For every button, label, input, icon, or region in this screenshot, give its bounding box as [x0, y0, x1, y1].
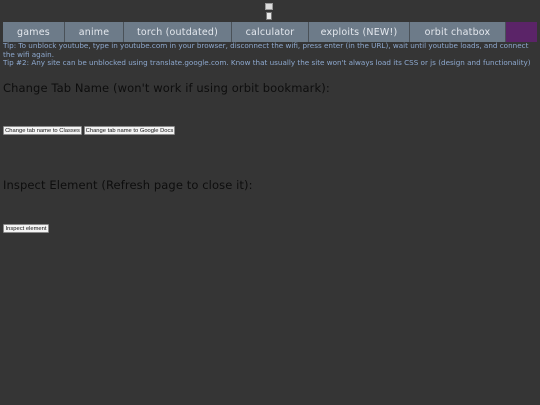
nav-item-torch[interactable]: torch (outdated)	[124, 22, 232, 42]
inspect-element-button[interactable]: Inspect element	[3, 224, 49, 233]
logo	[265, 3, 274, 21]
nav-item-calculator[interactable]: calculator	[232, 22, 309, 42]
nav-item-extra[interactable]	[506, 22, 537, 42]
change-tab-classes-button[interactable]: Change tab name to Classes	[3, 126, 82, 135]
tip-youtube: Tip: To unblock youtube, type in youtube…	[3, 41, 529, 59]
nav-item-exploits[interactable]: exploits (NEW!)	[309, 22, 410, 42]
nav-item-orbit-chatbox[interactable]: orbit chatbox	[410, 22, 506, 42]
broken-image-icon	[266, 12, 272, 20]
change-tab-docs-button[interactable]: Change tab name to Google Docs	[84, 126, 175, 135]
nav-item-anime[interactable]: anime	[65, 22, 124, 42]
inspect-element-heading: Inspect Element (Refresh page to close i…	[3, 178, 253, 192]
change-tab-name-heading: Change Tab Name (won't work if using orb…	[3, 81, 330, 95]
broken-image-icon	[265, 3, 273, 10]
tips-section: Tip: To unblock youtube, type in youtube…	[3, 41, 537, 68]
nav-item-games[interactable]: games	[3, 22, 65, 42]
tip-translate: Tip #2: Any site can be unblocked using …	[3, 58, 531, 67]
nav-bar: games anime torch (outdated) calculator …	[3, 22, 537, 42]
